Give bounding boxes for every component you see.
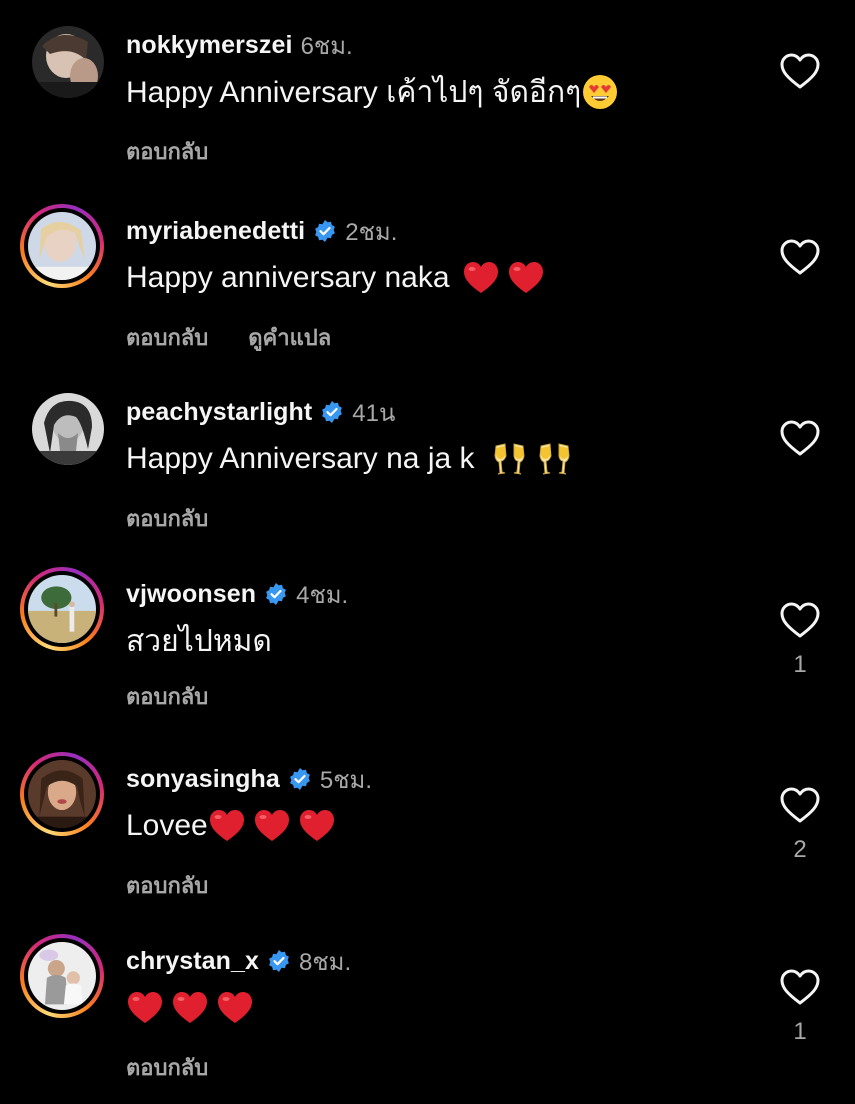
reply-button[interactable]: ตอบกลับ	[126, 868, 208, 903]
verified-badge-icon	[320, 400, 344, 424]
like-button[interactable]	[778, 417, 822, 461]
comment-item: vjwoonsen 4ชม. สวยไปหมด ตอบกลับ 1	[0, 567, 855, 737]
comment-body: Happy Anniversary na ja k	[126, 442, 475, 475]
avatar[interactable]	[20, 567, 104, 651]
comment-header: myriabenedetti 2ชม.	[126, 214, 397, 248]
timestamp: 8ชม.	[299, 948, 352, 976]
timestamp: 6ชม.	[300, 32, 353, 60]
reply-button[interactable]: ตอบกลับ	[126, 501, 208, 536]
verified-badge-icon	[267, 949, 291, 973]
verified-badge-icon	[313, 219, 337, 243]
emoji-group	[462, 259, 552, 297]
username[interactable]: chrystan_x	[126, 947, 259, 976]
comment-header: peachystarlight 41น	[126, 395, 395, 429]
reply-button[interactable]: ตอบกลับ	[126, 320, 208, 355]
username[interactable]: vjwoonsen	[126, 580, 256, 609]
timestamp: 41น	[352, 399, 396, 427]
timestamp: 2ชม.	[345, 218, 398, 246]
comment-actions: ตอบกลับ	[126, 1050, 208, 1085]
comment-header: nokkymerszei 6ชม.	[126, 28, 353, 62]
comment-actions: ตอบกลับ	[126, 134, 208, 169]
reply-button[interactable]: ตอบกลับ	[126, 1050, 208, 1085]
avatar[interactable]	[22, 385, 106, 469]
comment-body: Happy Anniversary เค้าไปๆ จัดอีกๆ	[126, 75, 582, 109]
like-count: 1	[793, 1018, 807, 1045]
comment-actions: ตอบกลับ	[126, 501, 208, 536]
clinking-glasses-emoji-icon	[536, 440, 574, 478]
comment-item: sonyasingha 5ชม. Lovee ตอบกลับ 2	[0, 752, 855, 922]
comment-text: Happy Anniversary เค้าไปๆ จัดอีกๆ	[126, 70, 626, 114]
comment-actions: ตอบกลับ	[126, 679, 208, 714]
comment-actions: ตอบกลับ	[126, 868, 208, 903]
reply-button[interactable]: ตอบกลับ	[126, 679, 208, 714]
comment-header: vjwoonsen 4ชม.	[126, 577, 348, 611]
comment-item: peachystarlight 41น Happy Anniversary na…	[0, 385, 855, 555]
username[interactable]: myriabenedetti	[126, 217, 305, 246]
red-heart-emoji-icon	[253, 807, 291, 845]
avatar[interactable]	[22, 18, 106, 102]
like-button[interactable]	[778, 966, 822, 1010]
verified-badge-icon	[264, 582, 288, 606]
username[interactable]: nokkymerszei	[126, 31, 293, 60]
heart-outline-icon	[778, 784, 822, 828]
comment-body: Lovee	[126, 809, 208, 842]
avatar[interactable]	[20, 752, 104, 836]
comment-item: chrystan_x 8ชม. ตอบกลับ 1	[0, 934, 855, 1104]
heart-outline-icon	[778, 417, 822, 461]
comment-text: Happy anniversary naka	[126, 256, 552, 300]
comment-body: สวยไปหมด	[126, 624, 272, 658]
avatar[interactable]	[20, 204, 104, 288]
like-button[interactable]	[778, 236, 822, 280]
like-count: 1	[793, 651, 807, 678]
comment-body: Happy anniversary naka	[126, 261, 450, 294]
comment-item: nokkymerszei 6ชม. Happy Anniversary เค้า…	[0, 18, 855, 188]
like-button[interactable]	[778, 599, 822, 643]
red-heart-emoji-icon	[507, 259, 545, 297]
like-button[interactable]	[778, 784, 822, 828]
comment-header: chrystan_x 8ชม.	[126, 944, 351, 978]
heart-outline-icon	[778, 966, 822, 1010]
verified-badge-icon	[288, 767, 312, 791]
comment-actions: ตอบกลับ ดูคำแปล	[126, 320, 331, 355]
reply-button[interactable]: ตอบกลับ	[126, 134, 208, 169]
red-heart-emoji-icon	[208, 807, 246, 845]
like-count: 2	[793, 836, 807, 863]
emoji-group	[581, 73, 626, 111]
emoji-group	[491, 440, 581, 478]
emoji-group	[208, 807, 343, 845]
heart-outline-icon	[778, 236, 822, 280]
timestamp: 4ชม.	[296, 581, 349, 609]
avatar[interactable]	[20, 934, 104, 1018]
timestamp: 5ชม.	[319, 766, 373, 794]
red-heart-emoji-icon	[171, 989, 209, 1027]
clinking-glasses-emoji-icon	[491, 440, 529, 478]
like-button[interactable]	[778, 50, 822, 94]
see-translation-button[interactable]: ดูคำแปล	[248, 320, 331, 355]
red-heart-emoji-icon	[126, 989, 164, 1027]
red-heart-emoji-icon	[216, 989, 254, 1027]
heart-outline-icon	[778, 599, 822, 643]
heart-outline-icon	[778, 50, 822, 94]
emoji-group	[126, 989, 261, 1027]
red-heart-emoji-icon	[462, 259, 500, 297]
comment-item: myriabenedetti 2ชม. Happy anniversary na…	[0, 204, 855, 374]
comment-text: Happy Anniversary na ja k	[126, 437, 581, 481]
comment-text: Lovee	[126, 804, 343, 848]
heart-eyes-emoji-icon	[581, 73, 619, 111]
comment-text	[126, 986, 261, 1030]
username[interactable]: sonyasingha	[126, 765, 280, 794]
comment-header: sonyasingha 5ชม.	[126, 762, 372, 796]
red-heart-emoji-icon	[298, 807, 336, 845]
username[interactable]: peachystarlight	[126, 398, 312, 427]
comment-text: สวยไปหมด	[126, 619, 272, 663]
